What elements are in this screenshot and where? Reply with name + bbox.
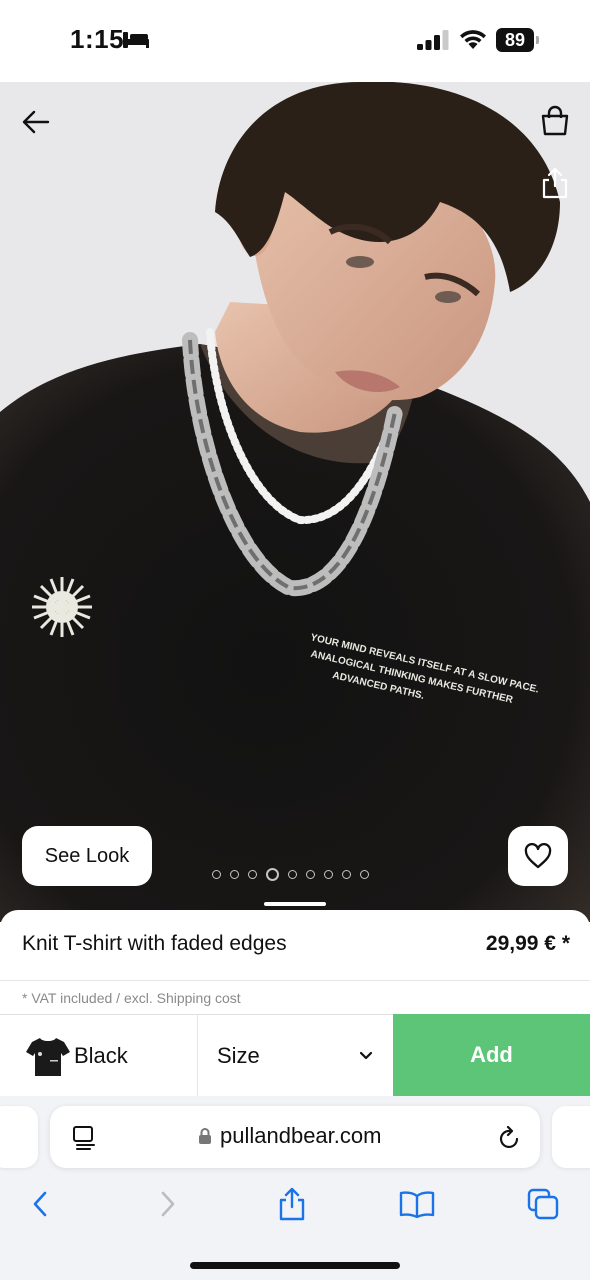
pagination-dot[interactable] <box>306 869 315 879</box>
product-image-gallery[interactable]: YOUR MIND REVEALS ITSELF AT A SLOW PACE.… <box>0 82 590 922</box>
wifi-icon <box>460 30 486 49</box>
pagination-dot[interactable] <box>212 869 221 879</box>
color-selector[interactable]: Black <box>0 1015 197 1096</box>
address-bar[interactable]: pullandbear.com <box>50 1106 540 1168</box>
browser-tabs-button[interactable] <box>524 1184 562 1224</box>
reload-icon[interactable] <box>498 1125 522 1151</box>
favorite-button[interactable] <box>508 826 568 886</box>
browser-back-button[interactable] <box>24 1184 56 1224</box>
lock-icon <box>199 1128 211 1144</box>
pagination-dot[interactable] <box>324 869 333 879</box>
home-indicator[interactable] <box>190 1262 400 1269</box>
chevron-down-icon <box>359 1051 373 1059</box>
browser-share-button[interactable] <box>274 1184 310 1224</box>
battery-indicator: 89 <box>496 28 540 52</box>
reader-icon[interactable] <box>72 1125 96 1151</box>
battery-level: 89 <box>496 28 534 52</box>
signal-icon <box>417 30 449 50</box>
color-label: Black <box>74 1042 128 1068</box>
divider <box>0 980 590 981</box>
status-time: 1:15 <box>70 24 125 54</box>
see-look-button[interactable]: See Look <box>22 826 152 886</box>
bookmarks-icon <box>399 1191 435 1218</box>
share-icon <box>279 1187 305 1221</box>
shopping-bag-icon[interactable] <box>538 104 572 138</box>
product-panel: Knit T-shirt with faded edges 29,99 € * … <box>0 910 590 1098</box>
vat-note: * VAT included / excl. Shipping cost <box>22 990 241 1006</box>
share-icon[interactable] <box>540 166 570 200</box>
status-bar: 1:15 89 <box>0 0 590 82</box>
browser-toolbar: pullandbear.com <box>0 1096 590 1280</box>
product-photo: YOUR MIND REVEALS ITSELF AT A SLOW PACE.… <box>0 82 590 922</box>
add-to-cart-button[interactable]: Add <box>393 1014 590 1096</box>
next-tab-preview[interactable] <box>552 1106 590 1168</box>
sheet-grab-handle[interactable] <box>264 902 326 906</box>
tabs-icon <box>527 1188 559 1220</box>
browser-nav-row <box>0 1184 590 1224</box>
pagination-dot[interactable] <box>360 869 369 879</box>
product-price: 29,99 € * <box>485 932 570 955</box>
previous-tab-preview[interactable] <box>0 1106 38 1168</box>
url-display[interactable]: pullandbear.com <box>198 1123 381 1149</box>
shirt-thumbnail <box>26 1037 70 1076</box>
product-name: Knit T-shirt with faded edges <box>22 932 287 955</box>
pagination-dot[interactable] <box>288 869 297 879</box>
heart-icon <box>524 843 552 869</box>
sleep-focus-icon <box>123 32 149 48</box>
back-icon <box>33 1191 47 1217</box>
pagination-dot[interactable] <box>248 869 257 879</box>
pagination-dot[interactable] <box>230 869 239 879</box>
pagination-dot-active[interactable] <box>266 867 279 881</box>
browser-forward-button[interactable] <box>152 1184 184 1224</box>
browser-bookmarks-button[interactable] <box>396 1184 438 1224</box>
size-label: Size <box>217 1042 260 1068</box>
size-selector[interactable]: Size <box>198 1015 393 1096</box>
back-arrow-icon[interactable] <box>18 104 54 140</box>
pagination-dot[interactable] <box>342 869 351 879</box>
url-text: pullandbear.com <box>220 1123 382 1148</box>
forward-icon <box>161 1191 175 1217</box>
gallery-pagination <box>212 866 369 882</box>
